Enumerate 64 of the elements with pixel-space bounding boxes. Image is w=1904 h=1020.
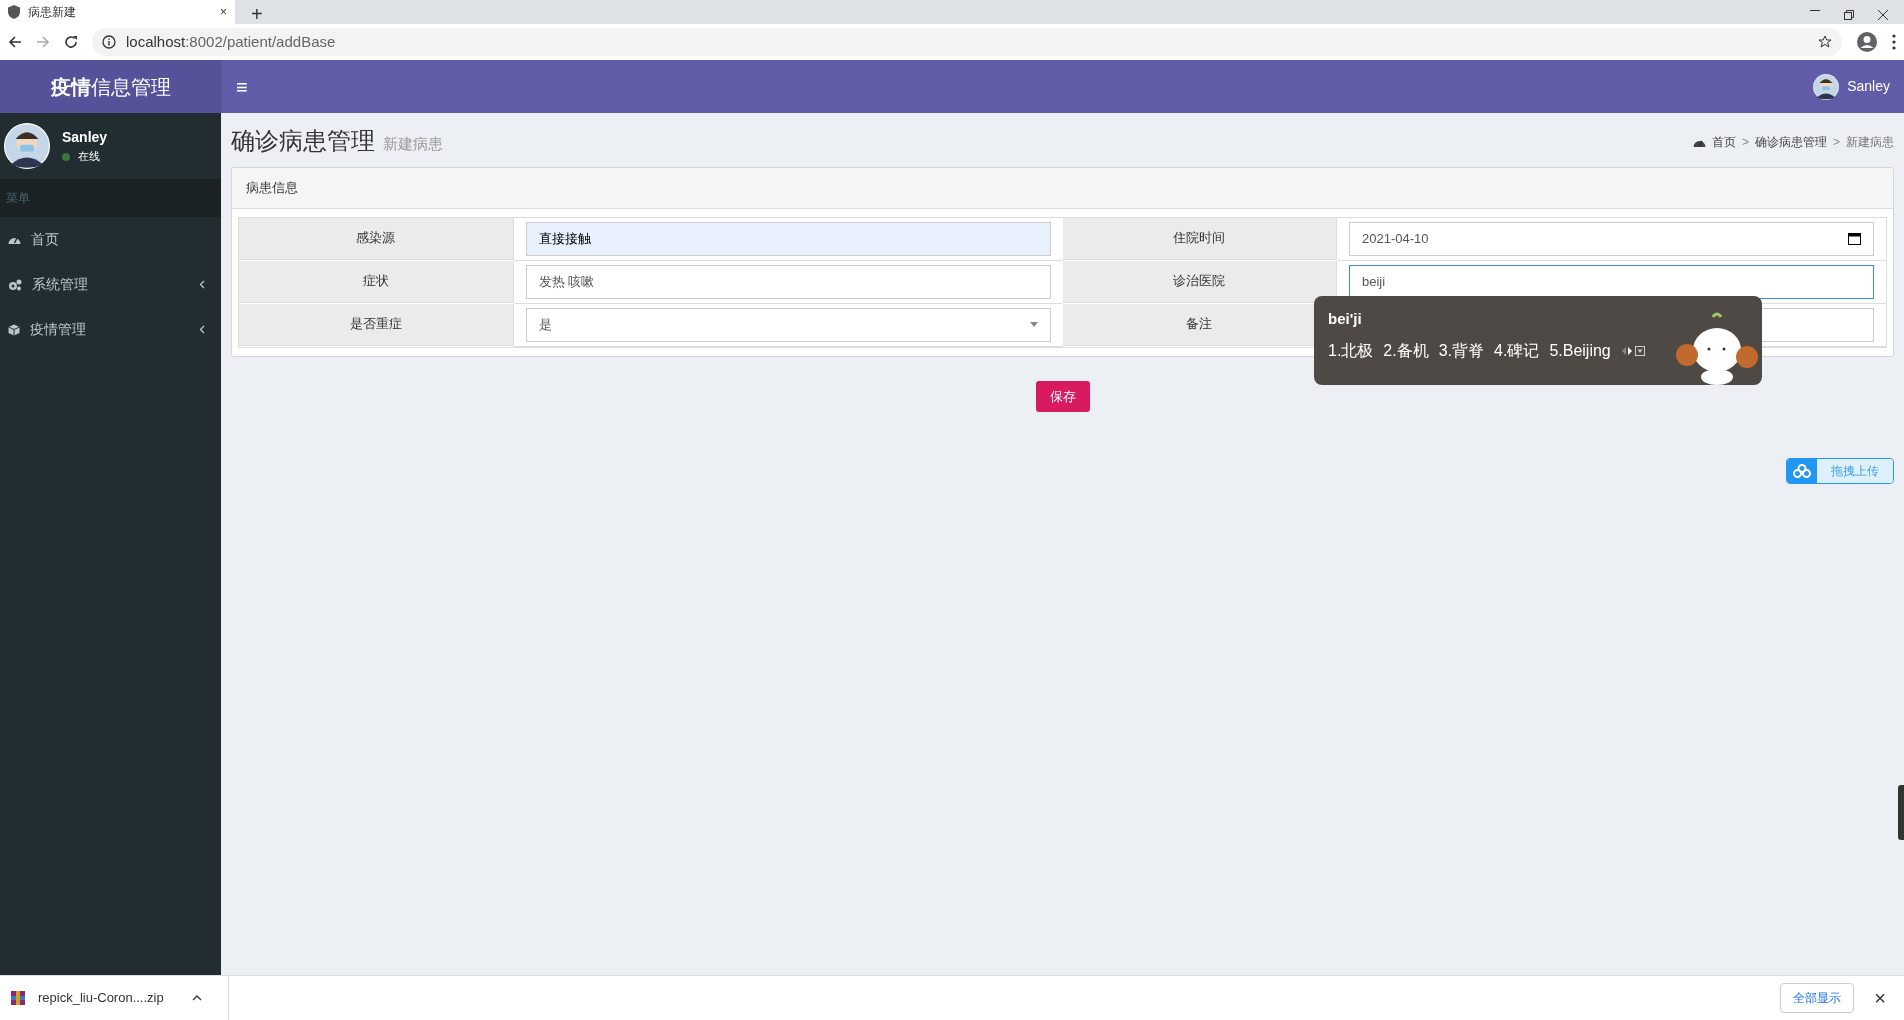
sidebar-item[interactable]: 系统管理 bbox=[0, 262, 221, 307]
field-label: 住院时间 bbox=[1173, 229, 1226, 248]
calendar-icon[interactable] bbox=[1848, 232, 1861, 245]
user-name: Sanley bbox=[62, 128, 108, 148]
field-label: 备注 bbox=[1186, 315, 1213, 334]
save-button[interactable]: 保存 bbox=[1035, 380, 1090, 412]
profile-icon[interactable] bbox=[1856, 31, 1878, 53]
minimize-icon[interactable] bbox=[1810, 10, 1820, 12]
user-avatar bbox=[1813, 73, 1840, 100]
caret-icon bbox=[1029, 322, 1038, 327]
field-label: 是否重症 bbox=[349, 315, 402, 334]
sidebar-item[interactable]: 首页 bbox=[0, 217, 221, 262]
cube-icon bbox=[8, 323, 20, 336]
select-field[interactable]: 是 bbox=[525, 307, 1051, 342]
breadcrumb-link[interactable]: 首页 bbox=[1711, 133, 1736, 151]
scroll-handle[interactable] bbox=[1898, 785, 1904, 840]
close-button[interactable]: × bbox=[1866, 983, 1894, 1013]
gears-icon bbox=[8, 278, 22, 291]
close-tab-button[interactable]: × bbox=[220, 3, 227, 21]
online-dot bbox=[62, 152, 70, 161]
ime-candidate[interactable]: 4.碑记 bbox=[1494, 338, 1540, 363]
input-field[interactable]: 直接接触 bbox=[525, 221, 1051, 256]
star-icon[interactable] bbox=[1818, 35, 1832, 49]
breadcrumb-current: 新建病患 bbox=[1846, 134, 1894, 151]
menu-toggle[interactable]: ≡ bbox=[221, 60, 263, 113]
menu-header: 菜单 bbox=[0, 179, 221, 217]
ime-candidate[interactable]: 2.备机 bbox=[1383, 338, 1429, 363]
user-avatar bbox=[4, 123, 50, 169]
close-icon[interactable] bbox=[1878, 10, 1888, 20]
ime-candidate[interactable]: 1.北极 bbox=[1328, 338, 1374, 363]
url-text: localhost:8002/patient/addBase bbox=[126, 31, 336, 52]
new-tab-button[interactable]: + bbox=[235, 4, 279, 24]
user-name[interactable]: Sanley bbox=[1847, 76, 1890, 97]
card-title: 病患信息 bbox=[246, 180, 298, 195]
chevron-icon[interactable] bbox=[191, 995, 202, 1001]
input-field[interactable]: beiji bbox=[1349, 264, 1874, 299]
sidebar-item[interactable]: 疫情管理 bbox=[0, 307, 221, 352]
tab-title[interactable]: 病患新建 bbox=[28, 3, 76, 21]
breadcrumb-separator: > bbox=[1741, 134, 1749, 151]
shield-icon bbox=[8, 5, 20, 19]
input-field[interactable]: 发热 咳嗽 bbox=[525, 264, 1051, 299]
show-all-button[interactable]: 全部显示 bbox=[1780, 983, 1855, 1013]
ime-composition: bei'ji bbox=[1328, 309, 1363, 329]
address-bar[interactable]: localhost:8002/patient/addBase bbox=[92, 28, 1842, 56]
back-icon[interactable] bbox=[8, 35, 22, 49]
cloud-icon bbox=[1793, 464, 1811, 478]
page-title: 确诊病患管理 bbox=[231, 126, 375, 156]
reload-icon[interactable] bbox=[64, 35, 78, 49]
breadcrumb-link[interactable]: 确诊病患管理 bbox=[1755, 133, 1827, 151]
page-arrows-icon[interactable] bbox=[1620, 345, 1645, 356]
field-label: 感染源 bbox=[356, 229, 396, 248]
menu-icon[interactable] bbox=[1892, 34, 1896, 50]
status-text: 在线 bbox=[78, 149, 100, 165]
ime-candidate[interactable]: 3.背脊 bbox=[1438, 338, 1485, 363]
ime-candidate[interactable]: 5.Beijing bbox=[1549, 338, 1611, 363]
info-icon bbox=[102, 35, 116, 49]
restore-icon[interactable] bbox=[1844, 10, 1854, 20]
archive-icon bbox=[10, 990, 26, 1006]
breadcrumb-separator: > bbox=[1833, 134, 1840, 151]
field-label: 症状 bbox=[362, 272, 389, 291]
page-subtitle: 新建病患 bbox=[383, 133, 443, 154]
date-field[interactable]: 2021-04-10 bbox=[1349, 221, 1874, 256]
field-label: 诊治医院 bbox=[1173, 272, 1226, 291]
download-filename[interactable]: repick_liu-Coron....zip bbox=[38, 988, 164, 1008]
